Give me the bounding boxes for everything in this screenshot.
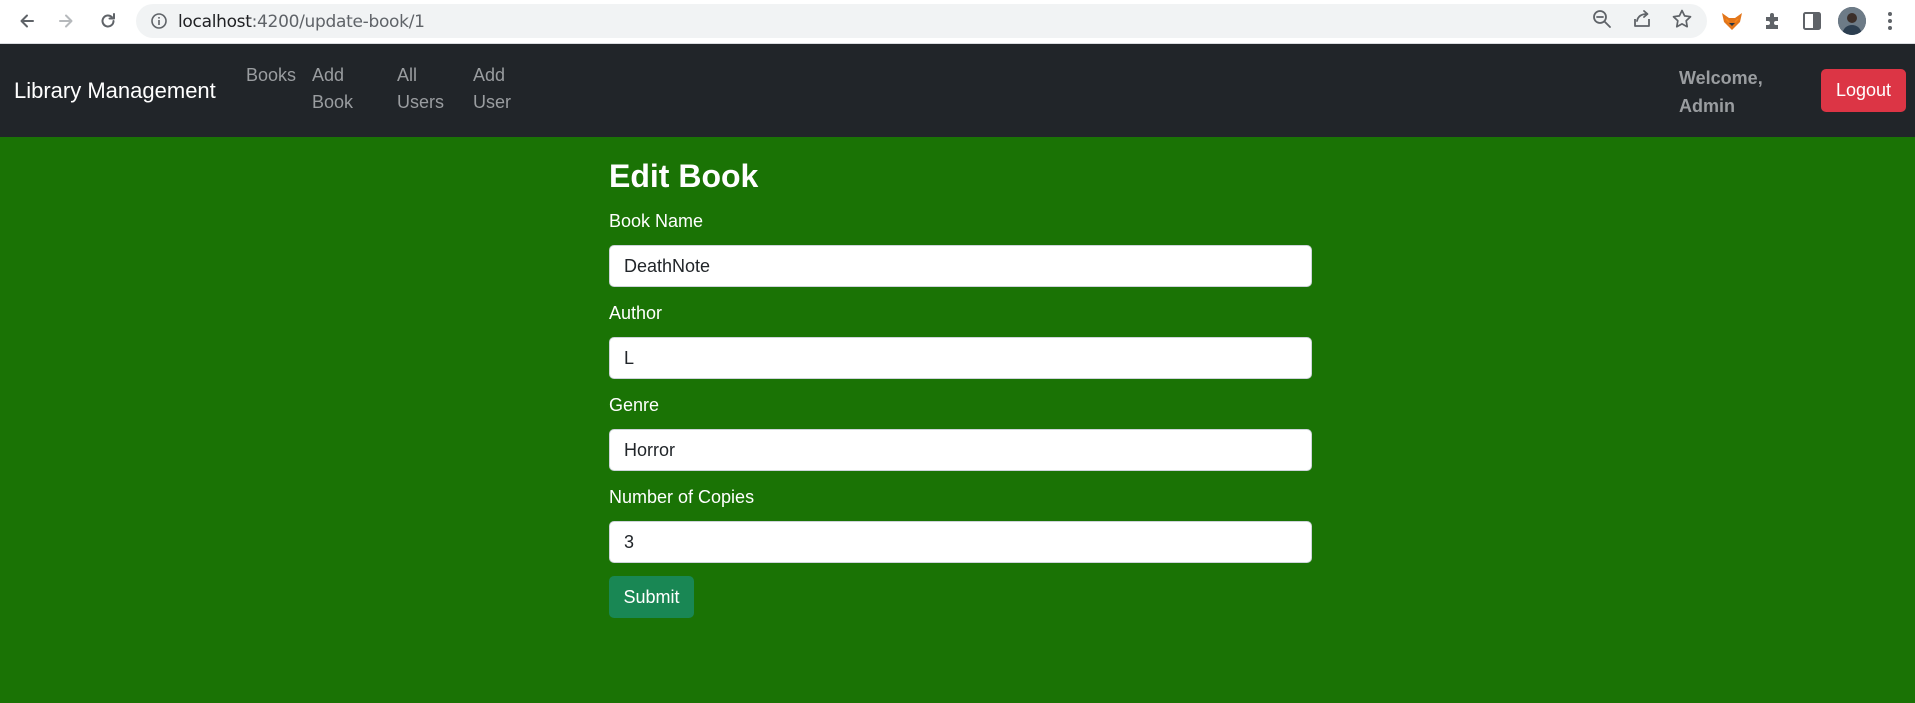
address-bar[interactable]: localhost:4200/update-book/1 <box>136 4 1707 38</box>
share-icon[interactable] <box>1631 8 1653 30</box>
url-text: localhost:4200/update-book/1 <box>178 12 425 32</box>
nav-link-all-users[interactable]: All Users <box>397 62 444 116</box>
genre-label: Genre <box>609 395 660 415</box>
book-name-label: Book Name <box>609 211 704 231</box>
bookmark-star-icon[interactable] <box>1671 8 1693 30</box>
author-input[interactable]: L <box>609 337 1312 379</box>
fox-extension-icon[interactable] <box>1720 9 1744 33</box>
forward-arrow-icon[interactable] <box>53 8 79 34</box>
book-name-input[interactable]: DeathNote <box>609 245 1312 287</box>
welcome-text: Welcome, Admin <box>1679 68 1763 116</box>
info-icon[interactable] <box>150 12 168 30</box>
copies-value: 3 <box>624 532 635 552</box>
profile-avatar[interactable] <box>1838 7 1866 35</box>
brand-link[interactable]: Library Management <box>14 78 216 104</box>
copies-label: Number of Copies <box>609 487 755 507</box>
book-name-value: DeathNote <box>624 256 711 276</box>
puzzle-extensions-icon[interactable] <box>1761 9 1785 33</box>
app-navbar: Library Management Books Add Book All Us… <box>0 44 1915 137</box>
side-panel-icon[interactable] <box>1800 9 1824 33</box>
page-title: Edit Book <box>609 158 759 194</box>
author-label: Author <box>609 303 663 323</box>
nav-link-add-book[interactable]: Add Book <box>312 62 353 116</box>
genre-value: Horror <box>624 440 676 460</box>
nav-link-books[interactable]: Books <box>246 62 296 89</box>
submit-button[interactable]: Submit <box>609 576 694 618</box>
nav-link-add-user[interactable]: Add User <box>473 62 511 116</box>
zoom-icon[interactable] <box>1591 8 1613 30</box>
copies-input[interactable]: 3 <box>609 521 1312 563</box>
genre-input[interactable]: Horror <box>609 429 1312 471</box>
more-menu-icon[interactable] <box>1878 9 1902 33</box>
logout-button[interactable]: Logout <box>1821 69 1906 112</box>
author-value: L <box>624 348 635 368</box>
browser-toolbar: localhost:4200/update-book/1 <box>0 0 1915 43</box>
reload-icon[interactable] <box>95 8 121 34</box>
back-arrow-icon[interactable] <box>14 8 40 34</box>
